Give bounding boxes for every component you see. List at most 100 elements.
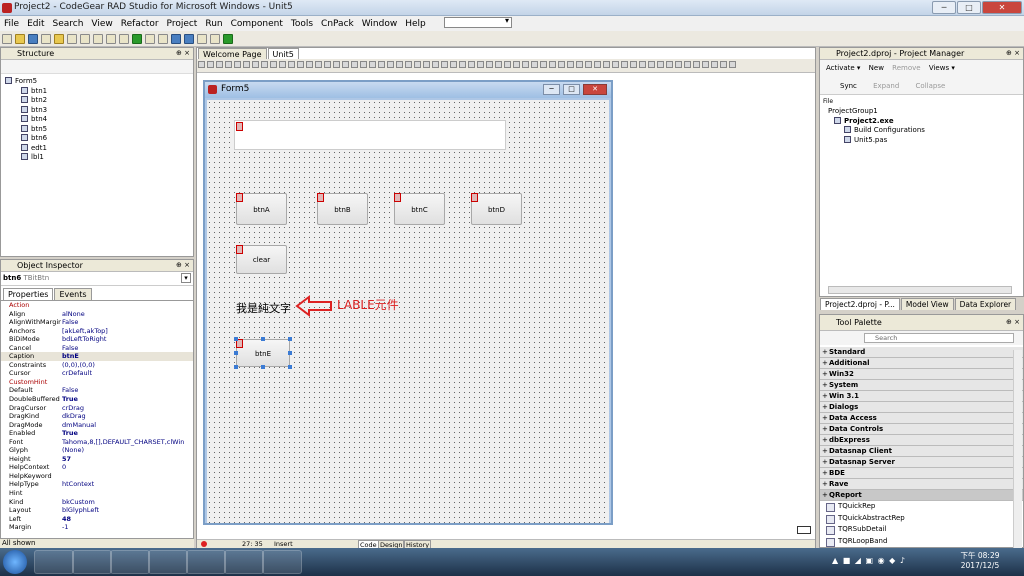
align-tool-icon[interactable] (522, 61, 529, 68)
property-value[interactable]: True (62, 429, 184, 438)
align-tool-icon[interactable] (369, 61, 376, 68)
align-tool-icon[interactable] (657, 61, 664, 68)
align-tool-icon[interactable] (585, 61, 592, 68)
trace-into-icon[interactable] (171, 34, 181, 44)
align-tool-icon[interactable] (486, 61, 493, 68)
align-tool-icon[interactable] (549, 61, 556, 68)
property-row[interactable]: Margin -1 (1, 523, 193, 532)
property-row[interactable]: DragMode dmManual (1, 421, 193, 430)
align-tool-icon[interactable] (504, 61, 511, 68)
horizontal-scrollbar[interactable] (828, 286, 1012, 294)
menu-file[interactable]: File (0, 19, 23, 29)
align-tool-icon[interactable] (711, 61, 718, 68)
start-icon[interactable] (3, 550, 27, 574)
property-row[interactable]: Font Tahoma,8,[],DEFAULT_CHARSET,clWind (1, 438, 193, 447)
selection-handle[interactable] (234, 351, 238, 355)
property-value[interactable]: 0 (62, 463, 184, 472)
align-tool-icon[interactable] (270, 61, 277, 68)
align-tool-icon[interactable] (207, 61, 214, 68)
property-value[interactable]: True (62, 395, 184, 404)
property-row[interactable]: DragKind dkDrag (1, 412, 193, 421)
align-tool-icon[interactable] (333, 61, 340, 68)
button-btnB[interactable]: btnB (317, 193, 368, 225)
align-tool-icon[interactable] (450, 61, 457, 68)
chevron-down-icon[interactable]: ▾ (181, 273, 191, 283)
align-tool-icon[interactable] (693, 61, 700, 68)
tree-node[interactable]: Project2.exe (828, 116, 1023, 127)
palette-category[interactable]: Data Controls (820, 424, 1023, 435)
property-value[interactable]: dmManual (62, 421, 184, 430)
align-tool-icon[interactable] (666, 61, 673, 68)
align-tool-icon[interactable] (423, 61, 430, 68)
tree-node[interactable]: btn6 (5, 134, 193, 144)
tree-node[interactable]: Unit5.pas (828, 135, 1023, 146)
align-tool-icon[interactable] (495, 61, 502, 68)
open-icon[interactable] (15, 34, 25, 44)
align-tool-icon[interactable] (351, 61, 358, 68)
menu-window[interactable]: Window (358, 19, 402, 29)
align-tool-icon[interactable] (720, 61, 727, 68)
property-row[interactable]: CustomHint (1, 378, 193, 387)
tree-node[interactable]: Build Configurations (828, 126, 1023, 136)
align-tool-icon[interactable] (684, 61, 691, 68)
ie-icon[interactable] (34, 550, 74, 574)
maximize-button[interactable]: □ (957, 1, 981, 14)
chrome-icon[interactable] (186, 550, 226, 574)
align-tool-icon[interactable] (567, 61, 574, 68)
minimize-button[interactable]: ─ (932, 1, 956, 14)
align-tool-icon[interactable] (675, 61, 682, 68)
expand-button[interactable]: Expand (873, 82, 899, 90)
align-tool-icon[interactable] (612, 61, 619, 68)
align-tool-icon[interactable] (252, 61, 259, 68)
tab-events[interactable]: Events (54, 288, 92, 300)
property-row[interactable]: Align alNone (1, 310, 193, 319)
property-value[interactable]: Tahoma,8,[],DEFAULT_CHARSET,clWind (62, 438, 184, 447)
align-tool-icon[interactable] (621, 61, 628, 68)
button-btnE[interactable]: btnE (236, 339, 290, 367)
property-value[interactable]: crDrag (62, 404, 184, 413)
toggle-form-icon[interactable] (119, 34, 129, 44)
palette-category[interactable]: Dialogs (820, 402, 1023, 413)
align-tool-icon[interactable] (594, 61, 601, 68)
property-row[interactable]: HelpType htContext (1, 480, 193, 489)
tray-icons[interactable]: ▲ ■ ◢ ▣ ◉ ◆ ♪ (832, 554, 932, 568)
property-row[interactable]: Default False (1, 386, 193, 395)
menu-project[interactable]: Project (163, 19, 202, 29)
save-all-icon[interactable] (41, 34, 51, 44)
align-tool-icon[interactable] (630, 61, 637, 68)
align-tool-icon[interactable] (702, 61, 709, 68)
property-row[interactable]: DoubleBuffered True (1, 395, 193, 404)
align-tool-icon[interactable] (414, 61, 421, 68)
palette-component[interactable]: TQRSubDetail (820, 524, 1023, 536)
property-row[interactable]: HelpKeyword (1, 472, 193, 481)
desktop-layout-combo[interactable] (444, 16, 512, 28)
delphi-icon[interactable] (148, 550, 188, 574)
align-tool-icon[interactable] (225, 61, 232, 68)
property-row[interactable]: Caption btnE (1, 352, 193, 361)
align-tool-icon[interactable] (387, 61, 394, 68)
align-tool-icon[interactable] (405, 61, 412, 68)
palette-scrollbar[interactable] (1013, 350, 1022, 548)
property-value[interactable]: bdLeftToRight (62, 335, 184, 344)
pause-icon[interactable] (145, 34, 155, 44)
palette-category[interactable]: Datasnap Server (820, 457, 1023, 468)
align-tool-icon[interactable] (441, 61, 448, 68)
align-tool-icon[interactable] (378, 61, 385, 68)
property-row[interactable]: BiDiMode bdLeftToRight (1, 335, 193, 344)
property-value[interactable]: dkDrag (62, 412, 184, 421)
selection-handle[interactable] (234, 365, 238, 369)
new-icon[interactable] (2, 34, 12, 44)
align-tool-icon[interactable] (540, 61, 547, 68)
align-tool-icon[interactable] (459, 61, 466, 68)
align-tool-icon[interactable] (396, 61, 403, 68)
palette-category[interactable]: QReport (820, 490, 1023, 501)
add-file-icon[interactable] (67, 34, 77, 44)
align-tool-icon[interactable] (603, 61, 610, 68)
menu-view[interactable]: View (87, 19, 116, 29)
property-row[interactable]: Height 57 (1, 455, 193, 464)
form-close-icon[interactable]: ✕ (583, 84, 607, 95)
views-button[interactable]: Views (929, 64, 949, 72)
button-btnD[interactable]: btnD (471, 193, 522, 225)
property-value[interactable]: 48 (62, 515, 184, 524)
tab-properties[interactable]: Properties (3, 288, 54, 300)
